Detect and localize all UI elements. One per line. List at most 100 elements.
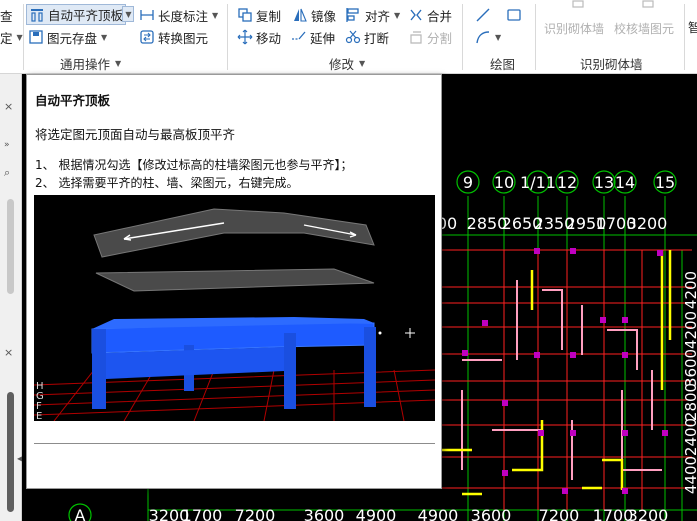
move-icon xyxy=(237,29,253,45)
close-icon[interactable]: × xyxy=(4,100,13,113)
mirror-label: 镜像 xyxy=(311,8,337,24)
check-wall-icon xyxy=(640,0,656,16)
merge-button[interactable]: 合并 xyxy=(408,5,452,25)
length-dimension-button[interactable]: 长度标注 ▼ xyxy=(139,5,218,25)
align-button[interactable]: 对齐 ▼ xyxy=(346,5,400,25)
convert-element-label: 转换图元 xyxy=(158,30,209,46)
dimension-label: 3200 xyxy=(627,214,668,233)
storage-icon xyxy=(28,29,44,45)
dimension-label: 4900 xyxy=(418,506,459,521)
axis-bubble-label: 10 xyxy=(494,173,514,192)
break-label: 打断 xyxy=(364,30,390,46)
scrollbar-thumb[interactable] xyxy=(7,392,14,512)
dimension-label: 4900 xyxy=(356,506,397,521)
group-label-draw: 绘图 xyxy=(490,57,516,72)
divider xyxy=(535,4,536,70)
chevron-down-icon: ▼ xyxy=(212,10,219,20)
axis-bubble-label: 12 xyxy=(557,173,577,192)
search-icon[interactable]: ⌕ xyxy=(4,166,10,180)
tooltip-auto-align-top: 自动平齐顶板 将选定图元顶面自动与最高板顶平齐 1、 根据情况勾选【修改过标高的… xyxy=(26,74,442,489)
draw-line-button[interactable] xyxy=(475,5,491,25)
divider xyxy=(227,4,228,70)
dimension-label: 3600 xyxy=(304,506,345,521)
auto-align-top-button[interactable]: 自动平齐顶板 xyxy=(26,4,127,25)
locate-label: 定 xyxy=(0,30,13,46)
check-wall-element-label: 校核墙图元 xyxy=(614,21,675,36)
split-button[interactable]: 分割 xyxy=(408,27,452,47)
auto-align-dropdown[interactable]: ▼ xyxy=(122,6,134,22)
chevron-down-icon: ▼ xyxy=(125,9,132,19)
mirror-icon xyxy=(292,7,308,23)
smart-button-partial[interactable]: 智 xyxy=(688,16,697,36)
split-label: 分割 xyxy=(427,30,453,46)
chevron-down-icon: ▼ xyxy=(495,32,502,42)
dimension-label: 1700 xyxy=(182,506,223,521)
left-panel-lower: × ◀ xyxy=(0,344,23,521)
left-panel-upper: × » ⌕ xyxy=(0,74,22,344)
break-icon xyxy=(345,29,361,45)
dimension-label: 2400 xyxy=(682,418,697,456)
align-label: 对齐 xyxy=(365,8,391,24)
tooltip-description: 将选定图元顶面自动与最高板顶平齐 xyxy=(35,127,236,142)
dimension-label: 7200 xyxy=(539,506,580,521)
draw-rectangle-button[interactable] xyxy=(506,5,522,25)
identify-masonry-wall-label: 识别砌体墙 xyxy=(544,21,605,36)
length-dimension-label: 长度标注 xyxy=(158,8,209,24)
tooltip-illustration: H G F E xyxy=(33,195,436,422)
divider xyxy=(462,4,463,70)
element-storage-label: 图元存盘 xyxy=(47,30,98,46)
element-storage-button[interactable]: 图元存盘 ▼ xyxy=(28,27,107,47)
axis-bubble-label: A xyxy=(75,506,86,521)
convert-element-button[interactable]: 转换图元 xyxy=(139,27,208,47)
dimension-label: 2800 xyxy=(682,383,697,421)
extend-button[interactable]: 延伸 xyxy=(291,27,335,47)
arc-icon xyxy=(475,29,491,45)
dimension-label: 7200 xyxy=(235,506,276,521)
mirror-button[interactable]: 镜像 xyxy=(292,5,336,25)
split-icon xyxy=(408,29,424,45)
dimension-label: 3600 xyxy=(682,349,697,387)
align-icon xyxy=(346,7,362,23)
rectangle-icon xyxy=(506,7,522,23)
convert-icon xyxy=(139,29,155,45)
divider xyxy=(23,4,24,70)
group-label-modify: 修改 ▼ xyxy=(329,57,366,72)
copy-icon xyxy=(237,7,253,23)
merge-label: 合并 xyxy=(427,8,453,24)
close-icon[interactable]: × xyxy=(4,346,13,359)
axis-bubble-label: 14 xyxy=(615,173,635,192)
move-button[interactable]: 移动 xyxy=(237,27,281,47)
identify-masonry-wall-button[interactable]: 识别砌体墙 xyxy=(544,18,604,38)
break-button[interactable]: 打断 xyxy=(345,27,389,47)
divider xyxy=(684,4,685,70)
axis-bubble-label: 1/11 xyxy=(520,173,556,192)
chevron-down-icon: ▼ xyxy=(101,32,108,42)
scrollbar-thumb[interactable] xyxy=(7,199,14,294)
axis-bubble-label: 15 xyxy=(655,173,675,192)
group-label-identify-masonry: 识别砌体墙 xyxy=(580,57,643,72)
dimension-label: 4200 xyxy=(682,271,697,309)
dimension-label: 4400 xyxy=(682,456,697,494)
auto-align-top-label: 自动平齐顶板 xyxy=(48,8,124,23)
dimension-label: 4200 xyxy=(682,311,697,349)
auto-align-top-icon xyxy=(29,7,45,23)
move-label: 移动 xyxy=(256,30,282,46)
axis-bubble-label: 13 xyxy=(594,173,614,192)
draw-arc-button[interactable]: ▼ xyxy=(475,27,501,47)
ribbon-toolbar: 查 定 ▼ 自动平齐顶板 ▼ 长度标注 ▼ 图元存盘 ▼ 转换图元 通用操作 ▼ 复制 … xyxy=(0,0,697,74)
locate-button-partial[interactable]: 定 ▼ xyxy=(0,27,23,47)
check-wall-element-button[interactable]: 校核墙图元 xyxy=(614,18,674,38)
line-icon xyxy=(475,7,491,23)
length-dimension-icon xyxy=(139,7,155,23)
merge-icon xyxy=(408,7,424,23)
dimension-label: 3600 xyxy=(471,506,512,521)
chevron-down-icon: ▼ xyxy=(359,59,366,68)
tooltip-step-2: 2、 选择需要平齐的柱、墙、梁图元，右键完成。 xyxy=(35,176,299,190)
chevron-down-icon: ▼ xyxy=(115,59,122,68)
tooltip-divider xyxy=(34,443,435,444)
copy-button[interactable]: 复制 xyxy=(237,5,281,25)
query-button-partial[interactable]: 查 xyxy=(0,5,13,25)
double-chevron-right-icon[interactable]: » xyxy=(4,140,10,150)
illustration-axis-label: E xyxy=(36,411,42,421)
group-label-common: 通用操作 ▼ xyxy=(60,57,122,72)
